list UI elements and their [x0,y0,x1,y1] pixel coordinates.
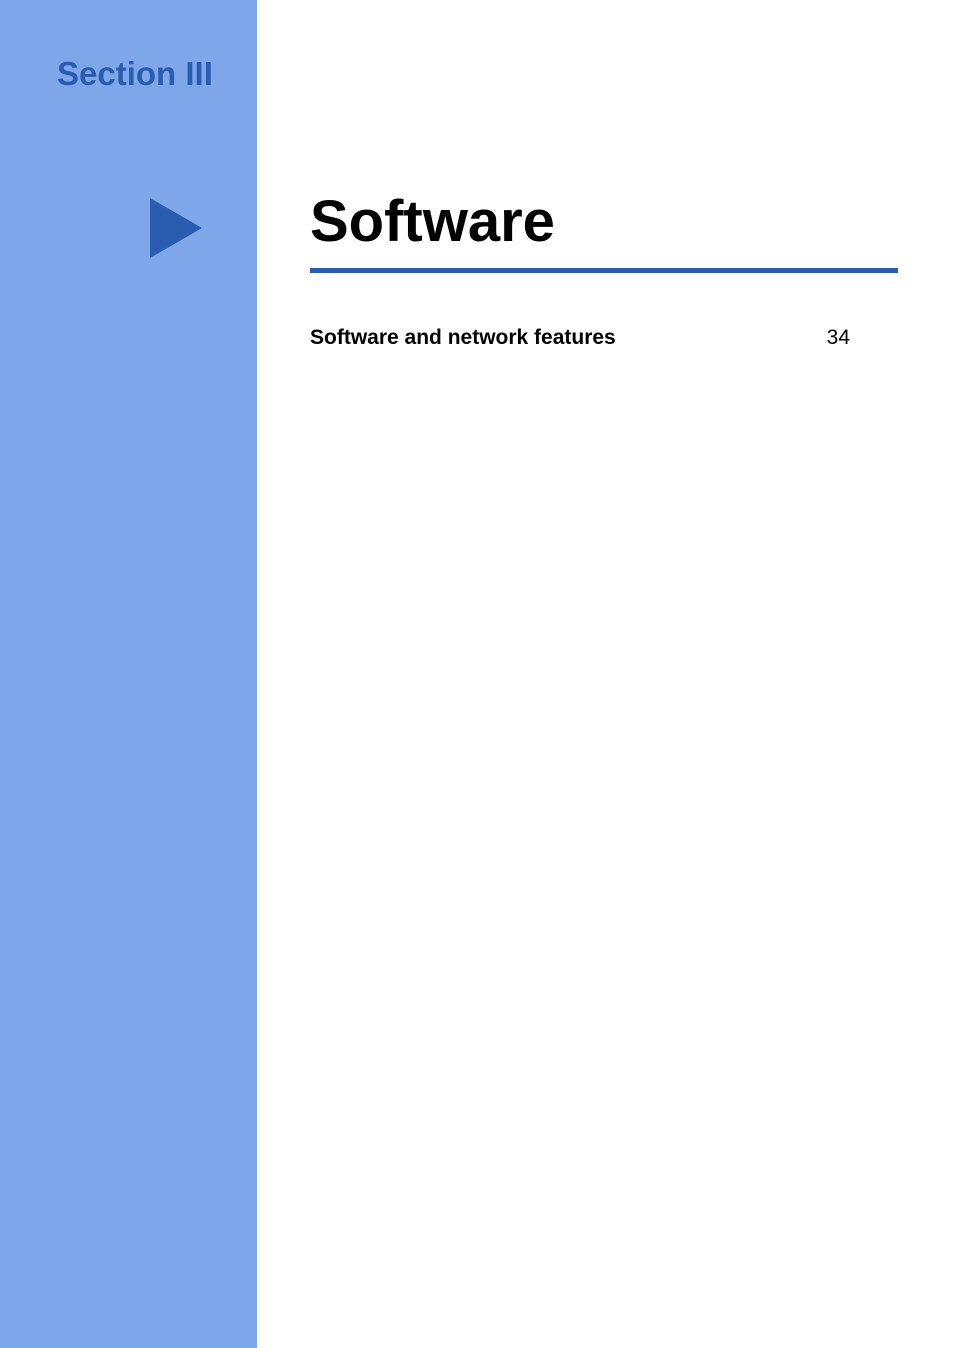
triangle-right-icon [150,198,202,258]
section-label: Section III [57,55,213,93]
toc-row: Software and network features 34 [310,326,850,350]
section-title: Software [310,188,555,255]
toc-item-label[interactable]: Software and network features [310,326,616,350]
title-underline [310,268,898,273]
toc-item-page: 34 [827,326,850,350]
sidebar-band [0,0,257,1348]
